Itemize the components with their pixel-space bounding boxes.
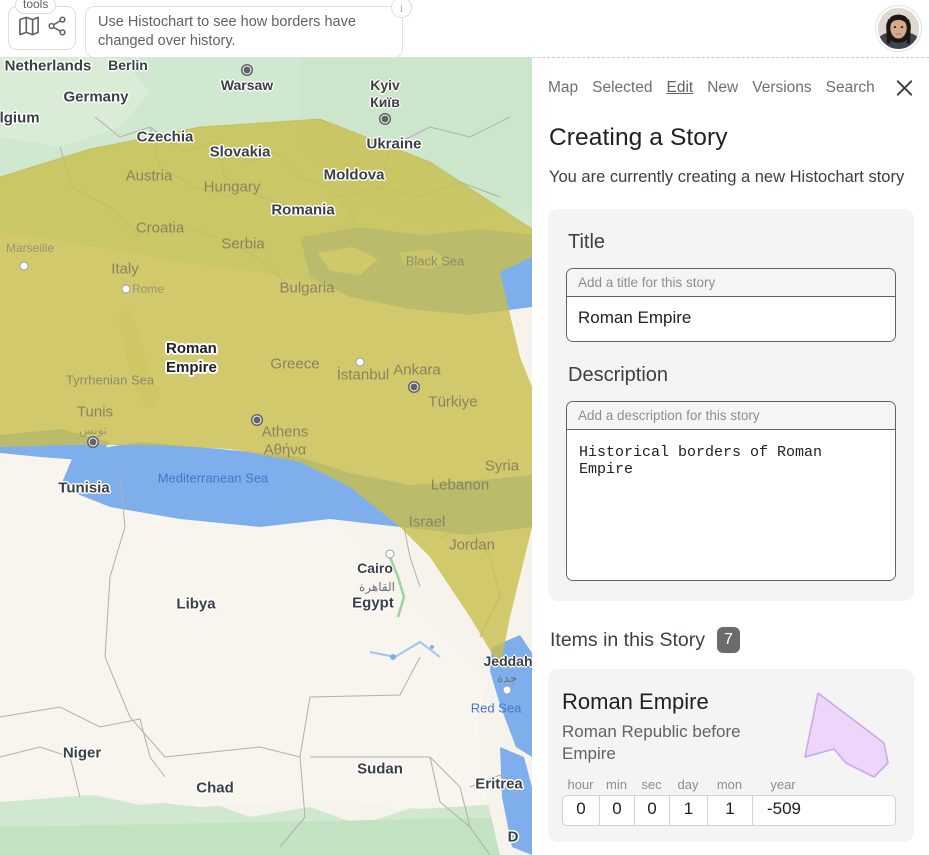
story-form-card: Title Add a title for this story Roman E… xyxy=(548,209,914,601)
th-min: min xyxy=(606,777,627,792)
side-panel: Map Selected Edit New Versions Search Cr… xyxy=(532,57,929,855)
tip-banner: Use Histochart to see how borders have c… xyxy=(85,0,412,58)
tip-text: Use Histochart to see how borders have c… xyxy=(98,14,356,49)
items-header: Items in this Story 7 xyxy=(550,627,914,653)
td-day[interactable]: 1 xyxy=(670,796,708,825)
tab-versions[interactable]: Versions xyxy=(752,79,811,97)
title-field-label: Title xyxy=(568,231,606,253)
list-item[interactable]: Roman Empire Roman Republic before Empir… xyxy=(548,669,914,842)
description-input-wrapper[interactable]: Add a description for this story Histori… xyxy=(566,401,896,581)
title-placeholder: Add a title for this story xyxy=(567,269,895,297)
app-root: Netherlands Berlin Germany Belgium Czech… xyxy=(0,0,929,855)
city-dot-jeddah xyxy=(502,685,512,695)
map-overlay-label-line2: Empire xyxy=(166,359,217,376)
tab-edit[interactable]: Edit xyxy=(666,79,693,97)
territory-shape-icon xyxy=(804,692,889,778)
td-mon[interactable]: 1 xyxy=(708,796,753,825)
description-textarea[interactable]: Historical borders of Roman Empire xyxy=(567,430,895,580)
time-table-row[interactable]: 0 0 0 1 1 -509 xyxy=(562,795,896,826)
title-input-wrapper[interactable]: Add a title for this story Roman Empire xyxy=(566,268,896,342)
item-description: Roman Republic before Empire xyxy=(562,722,741,763)
items-count-badge: 7 xyxy=(716,627,740,653)
tab-map[interactable]: Map xyxy=(548,79,578,97)
avatar[interactable] xyxy=(876,6,921,51)
avatar-image xyxy=(878,8,919,49)
th-day: day xyxy=(677,777,699,792)
map-icon[interactable] xyxy=(18,16,40,41)
page-title: Creating a Story xyxy=(549,124,728,151)
tab-new[interactable]: New xyxy=(707,79,738,97)
tab-selected[interactable]: Selected xyxy=(592,79,652,97)
map-overlay-label: Roman Empire xyxy=(166,339,217,377)
td-hour[interactable]: 0 xyxy=(563,796,600,825)
page-subtitle: You are currently creating a new Histoch… xyxy=(549,168,905,186)
item-thumbnail xyxy=(788,685,900,787)
tools-label: tools xyxy=(15,0,57,14)
city-dot-tunis xyxy=(88,437,98,447)
th-sec: sec xyxy=(641,777,662,792)
tools-panel[interactable]: tools xyxy=(8,0,76,50)
share-icon[interactable] xyxy=(47,16,67,41)
th-mon: mon xyxy=(716,777,743,792)
city-dot-ankara xyxy=(409,382,419,392)
items-heading: Items in this Story xyxy=(550,628,705,651)
city-dot-cairo xyxy=(385,549,395,559)
map-canvas[interactable]: Netherlands Berlin Germany Belgium Czech… xyxy=(0,57,532,855)
close-icon[interactable] xyxy=(893,77,915,99)
city-dot-athens xyxy=(252,415,262,425)
map-graphics xyxy=(0,57,532,855)
td-min[interactable]: 0 xyxy=(600,796,635,825)
info-icon[interactable]: i xyxy=(391,0,412,18)
city-dot-rome xyxy=(121,284,131,294)
tab-search[interactable]: Search xyxy=(826,79,875,97)
panel-nav: Map Selected Edit New Versions Search xyxy=(533,58,929,99)
city-dot-marseille xyxy=(19,261,29,271)
description-placeholder: Add a description for this story xyxy=(567,402,895,430)
city-dot-kyiv xyxy=(380,114,390,124)
city-dot-istanbul xyxy=(355,357,365,367)
td-sec[interactable]: 0 xyxy=(635,796,670,825)
td-year[interactable]: -509 xyxy=(753,796,815,825)
city-dot-warsaw xyxy=(242,65,252,75)
description-field-label: Description xyxy=(568,364,669,386)
tools-bar: tools Use Histochart to see how borders … xyxy=(8,0,412,58)
panel-body: Creating a Story You are currently creat… xyxy=(533,124,929,842)
th-hour: hour xyxy=(567,777,594,792)
title-input[interactable]: Roman Empire xyxy=(567,297,895,341)
map-overlay-label-line1: Roman xyxy=(166,340,217,357)
